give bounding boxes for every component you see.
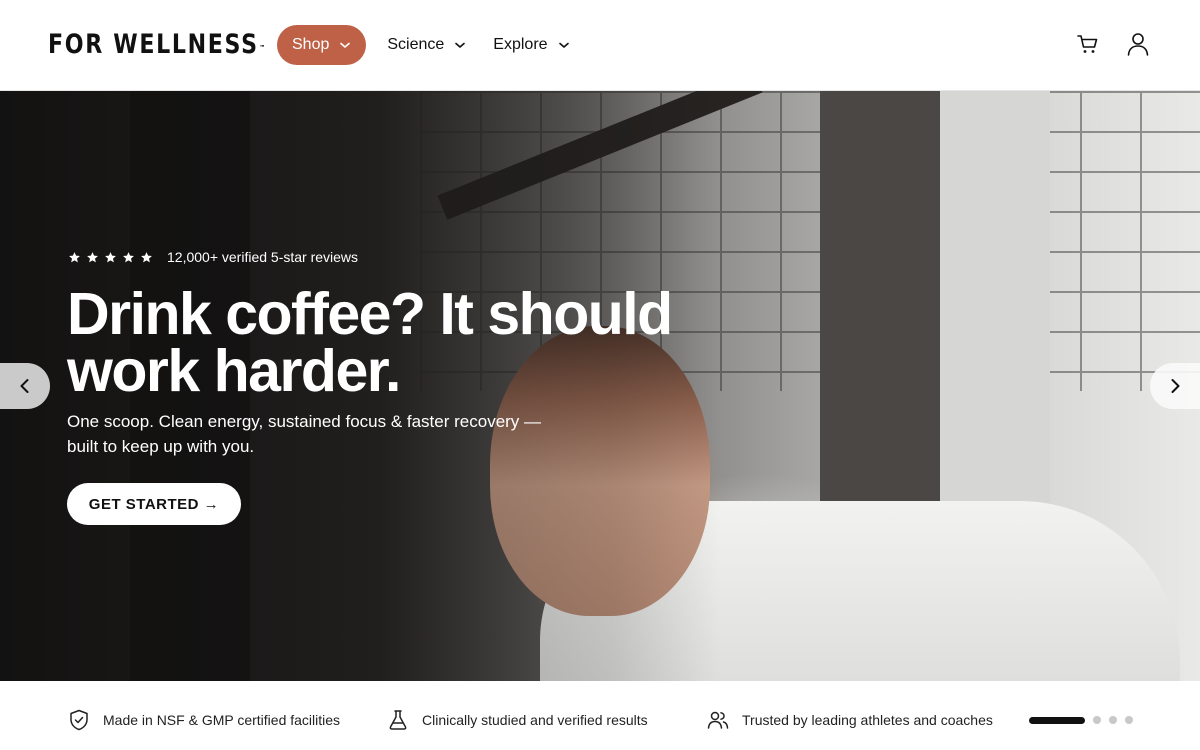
trust-item-text: Clinically studied and verified results [422,712,648,728]
nav-explore[interactable]: Explore [493,25,569,65]
carousel-pagination [1029,716,1133,724]
users-icon [707,711,729,729]
hero-banner: 12,000+ verified 5-star reviews Drink co… [0,91,1200,681]
star-icon [141,251,152,262]
trust-item-text: Trusted by leading athletes and coaches [742,712,993,728]
carousel-dot[interactable] [1093,716,1101,724]
cart-button[interactable] [1074,30,1102,58]
get-started-button[interactable]: GET STARTED → [67,483,241,525]
reviews-summary: 12,000+ verified 5-star reviews [68,249,358,265]
chevron-left-icon [20,379,29,393]
trust-item-certified: Made in NSF & GMP certified facilities [67,708,340,732]
brand-logo[interactable]: FOR WELLNESS™ [48,28,267,62]
carousel-prev-button[interactable] [0,363,50,409]
main-nav: Shop Science Explore [277,25,570,65]
trust-item-text: Made in NSF & GMP certified facilities [103,712,341,728]
carousel-dot[interactable] [1125,716,1133,724]
star-icon [87,251,98,262]
site-header: FOR WELLNESS™ Shop Science Explore [0,0,1200,91]
hero-headline: Drink coffee? It should work harder. [67,281,673,404]
nav-shop-label: Shop [292,36,330,53]
nav-science[interactable]: Science [387,25,466,65]
star-icon [105,251,116,262]
chevron-down-icon [558,42,569,48]
trust-bar: Made in NSF & GMP certified facilities C… [0,681,1200,750]
cart-icon [1077,35,1098,53]
trust-item-clinical: Clinically studied and verified results [386,708,648,732]
flask-icon [389,710,407,730]
carousel-dot-active[interactable] [1029,716,1085,724]
rating-stars [68,251,153,264]
nav-science-label: Science [387,36,445,53]
star-icon [69,251,80,262]
shield-check-icon [70,709,88,731]
reviews-text: 12,000+ verified 5-star reviews [167,249,359,265]
chevron-down-icon [340,42,351,48]
hero-subline: One scoop. Clean energy, sustained focus… [67,412,542,456]
star-icon [123,251,134,262]
nav-shop[interactable]: Shop [277,25,367,65]
carousel-next-button[interactable] [1150,363,1200,409]
nav-explore-label: Explore [493,36,548,53]
chevron-right-icon [1171,379,1180,393]
account-button[interactable] [1124,30,1152,58]
user-icon [1127,33,1149,56]
carousel-dot[interactable] [1109,716,1117,724]
trust-item-athletes: Trusted by leading athletes and coaches [706,708,993,732]
chevron-down-icon [455,42,466,48]
